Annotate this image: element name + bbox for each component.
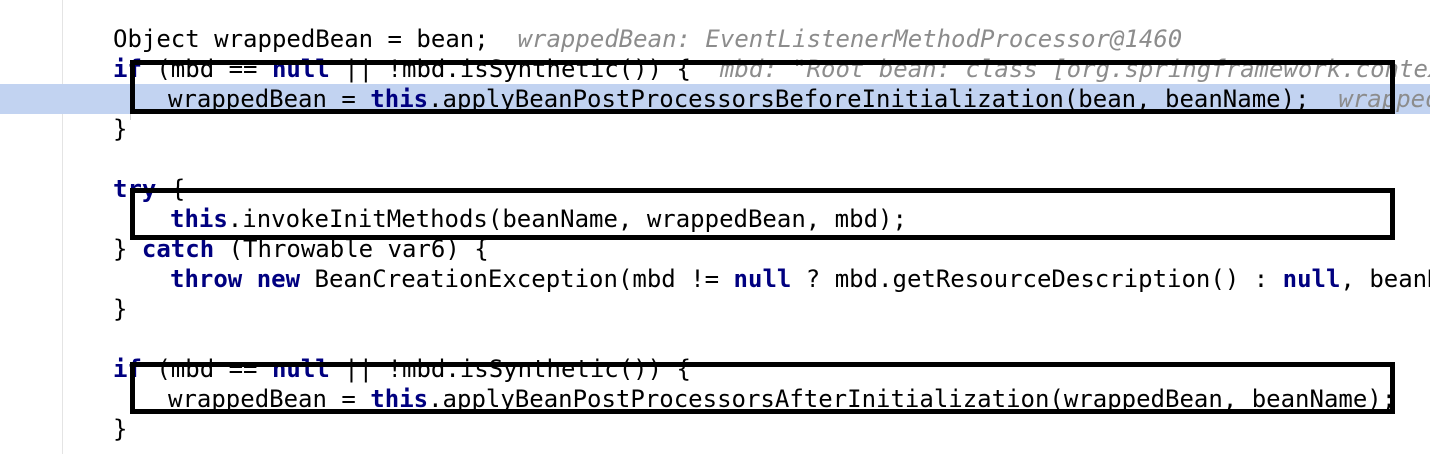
code-line[interactable]: } bbox=[113, 114, 127, 144]
code-line[interactable]: if (mbd == null || !mbd.isSynthetic()) { bbox=[113, 354, 691, 384]
code-editor[interactable]: Object wrappedBean = bean; wrappedBean: … bbox=[0, 0, 1430, 454]
code-keyword: throw bbox=[170, 265, 243, 293]
code-keyword: if bbox=[113, 355, 142, 383]
code-text: Object wrappedBean = bean; bbox=[113, 25, 518, 53]
code-keyword: catch bbox=[141, 235, 215, 263]
editor-gutter[interactable] bbox=[0, 0, 63, 454]
code-text: (Throwable var6) { bbox=[214, 235, 489, 263]
inline-debug-value: wrappedBea bbox=[1338, 85, 1430, 113]
code-text: || !mbd.isSynthetic()) { bbox=[329, 55, 720, 83]
indent-guide bbox=[130, 90, 131, 120]
inline-debug-value: wrappedBean: EventListenerMethodProcesso… bbox=[517, 25, 1183, 53]
code-text: ? mbd.getResourceDescription() : bbox=[791, 265, 1283, 293]
code-text: , beanName bbox=[1340, 265, 1430, 293]
code-keyword: this bbox=[370, 85, 429, 113]
code-keyword: null bbox=[733, 265, 792, 293]
code-line[interactable]: try { bbox=[113, 174, 185, 204]
code-keyword: try bbox=[113, 175, 157, 203]
code-keyword: if bbox=[113, 55, 142, 83]
code-keyword: this bbox=[370, 385, 429, 413]
code-line[interactable]: } catch (Throwable var6) { bbox=[113, 234, 489, 264]
code-keyword: new bbox=[256, 265, 301, 293]
code-text: { bbox=[156, 175, 186, 203]
code-keyword: null bbox=[271, 55, 330, 83]
code-text: } bbox=[113, 115, 128, 143]
code-line[interactable]: if (mbd == null || !mbd.isSynthetic()) {… bbox=[113, 54, 1430, 84]
code-text: (mbd == bbox=[141, 55, 272, 83]
code-text: .applyBeanPostProcessorsAfterInitializat… bbox=[428, 385, 1397, 413]
code-line[interactable]: this.invokeInitMethods(beanName, wrapped… bbox=[170, 204, 907, 234]
code-keyword: null bbox=[271, 355, 330, 383]
code-line[interactable]: Object wrappedBean = bean; wrappedBean: … bbox=[113, 24, 1182, 54]
indent-guide bbox=[130, 203, 131, 233]
code-line[interactable]: throw new BeanCreationException(mbd != n… bbox=[170, 264, 1430, 294]
code-keyword: null bbox=[1282, 265, 1341, 293]
code-text: wrappedBean = bbox=[168, 385, 371, 413]
code-line[interactable]: } bbox=[113, 414, 127, 444]
inline-debug-value: mbd: "Root bean: class [org.springframew… bbox=[719, 55, 1430, 83]
code-keyword: this bbox=[170, 205, 228, 233]
code-text: .invokeInitMethods(beanName, wrappedBean… bbox=[227, 205, 907, 233]
code-text: } bbox=[113, 415, 128, 443]
code-text: (mbd == bbox=[141, 355, 272, 383]
indent-guide bbox=[130, 383, 131, 413]
code-text: .applyBeanPostProcessorsBeforeInitializa… bbox=[428, 85, 1339, 113]
code-text: || !mbd.isSynthetic()) { bbox=[329, 355, 691, 383]
code-line[interactable]: wrappedBean = this.applyBeanPostProcesso… bbox=[168, 84, 1430, 114]
code-text: wrappedBean = bbox=[168, 85, 371, 113]
code-line[interactable]: } bbox=[113, 294, 127, 324]
code-text: BeanCreationException(mbd != bbox=[300, 265, 734, 293]
code-text: } bbox=[113, 235, 142, 263]
code-line[interactable]: wrappedBean = this.applyBeanPostProcesso… bbox=[168, 384, 1396, 414]
code-text: } bbox=[113, 295, 128, 323]
